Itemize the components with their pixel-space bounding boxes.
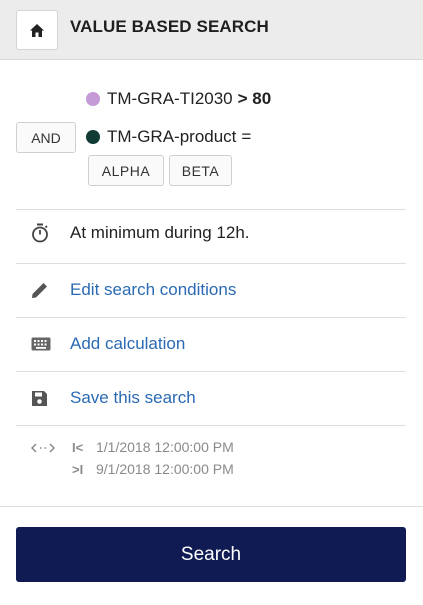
range-arrows-icon <box>30 443 56 453</box>
divider <box>16 371 406 372</box>
condition-operator-value: > 80 <box>237 89 272 108</box>
divider <box>16 317 406 318</box>
duration-text: At minimum during 12h. <box>70 223 250 242</box>
add-calculation-row[interactable]: Add calculation <box>16 329 406 359</box>
stopwatch-icon <box>32 223 48 243</box>
duration-row: At minimum during 12h. <box>16 218 406 248</box>
save-search-link[interactable]: Save this search <box>70 388 196 408</box>
value-chip-beta[interactable]: BETA <box>169 155 232 186</box>
range-end: >I 9/1/2018 12:00:00 PM <box>72 461 234 477</box>
save-search-row[interactable]: Save this search <box>16 383 406 413</box>
range-start-text: 1/1/2018 12:00:00 PM <box>96 439 234 455</box>
time-range[interactable]: I< 1/1/2018 12:00:00 PM >I 9/1/2018 12:0… <box>16 436 406 486</box>
condition-operator: = <box>241 127 252 146</box>
combinator-chip[interactable]: AND <box>16 122 76 153</box>
page-title: VALUE BASED SEARCH <box>70 17 269 36</box>
range-end-text: 9/1/2018 12:00:00 PM <box>96 461 234 477</box>
condition-tag: TM-GRA-product <box>107 127 237 146</box>
range-start: I< 1/1/2018 12:00:00 PM <box>72 439 234 455</box>
home-icon <box>30 23 44 37</box>
home-button[interactable] <box>16 10 58 50</box>
add-calculation-link[interactable]: Add calculation <box>70 334 185 354</box>
save-icon <box>32 390 47 406</box>
pencil-icon <box>32 283 47 298</box>
edit-conditions-link[interactable]: Edit search conditions <box>70 280 236 300</box>
condition-tag: TM-GRA-TI2030 <box>107 89 233 108</box>
divider <box>16 425 406 426</box>
tag-color-dot <box>86 130 100 144</box>
condition-second[interactable]: TM-GRA-product = <box>86 126 251 148</box>
tag-color-dot <box>86 92 100 106</box>
divider <box>16 263 406 264</box>
value-chip-alpha[interactable]: ALPHA <box>88 155 164 186</box>
panel-header: VALUE BASED SEARCH <box>0 0 423 60</box>
footer-divider <box>0 506 423 507</box>
start-mark-icon: I< <box>72 439 84 455</box>
edit-conditions-row[interactable]: Edit search conditions <box>16 275 406 305</box>
divider <box>16 209 406 210</box>
search-button[interactable]: Search <box>16 527 406 582</box>
condition-first[interactable]: TM-GRA-TI2030 > 80 <box>86 88 271 110</box>
keyboard-icon <box>31 337 51 351</box>
end-mark-icon: >I <box>72 461 84 477</box>
